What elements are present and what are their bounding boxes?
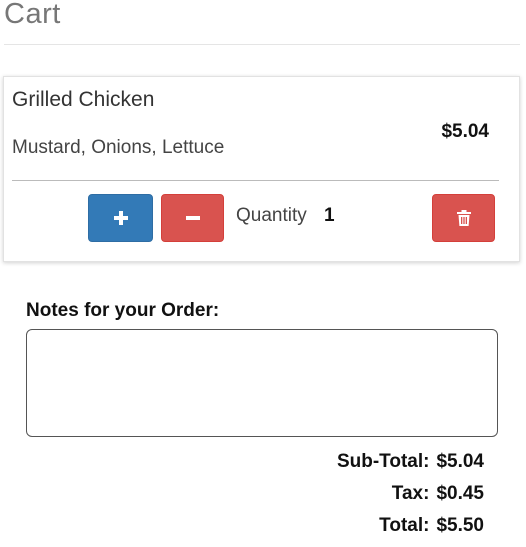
- decrease-quantity-button[interactable]: [161, 194, 224, 242]
- total-row: Total: $5.50: [184, 515, 484, 537]
- trash-icon: [456, 210, 471, 226]
- plus-icon: [113, 211, 128, 225]
- title-divider: [4, 44, 520, 45]
- item-divider: [12, 180, 499, 181]
- total-label: Total:: [379, 515, 430, 536]
- subtotal-row: Sub-Total: $5.04: [184, 451, 484, 473]
- quantity-value: 1: [324, 205, 335, 226]
- notes-label: Notes for your Order:: [26, 300, 220, 321]
- item-toppings: Mustard, Onions, Lettuce: [12, 137, 225, 158]
- tax-label: Tax:: [391, 483, 430, 504]
- total-value: $5.50: [436, 515, 484, 536]
- item-name: Grilled Chicken: [12, 88, 155, 111]
- subtotal-value: $5.04: [436, 451, 484, 472]
- page-title: Cart: [4, 0, 61, 30]
- notes-textarea[interactable]: [26, 329, 498, 437]
- item-price: $5.04: [441, 121, 489, 142]
- minus-icon: [185, 216, 200, 220]
- quantity-label: Quantity: [236, 205, 307, 226]
- cart-item-card: Grilled Chicken Mustard, Onions, Lettuce…: [3, 76, 520, 262]
- delete-item-button[interactable]: [432, 194, 495, 242]
- subtotal-label: Sub-Total:: [336, 451, 430, 472]
- increase-quantity-button[interactable]: [88, 194, 153, 242]
- tax-value: $0.45: [436, 483, 484, 504]
- tax-row: Tax: $0.45: [184, 483, 484, 505]
